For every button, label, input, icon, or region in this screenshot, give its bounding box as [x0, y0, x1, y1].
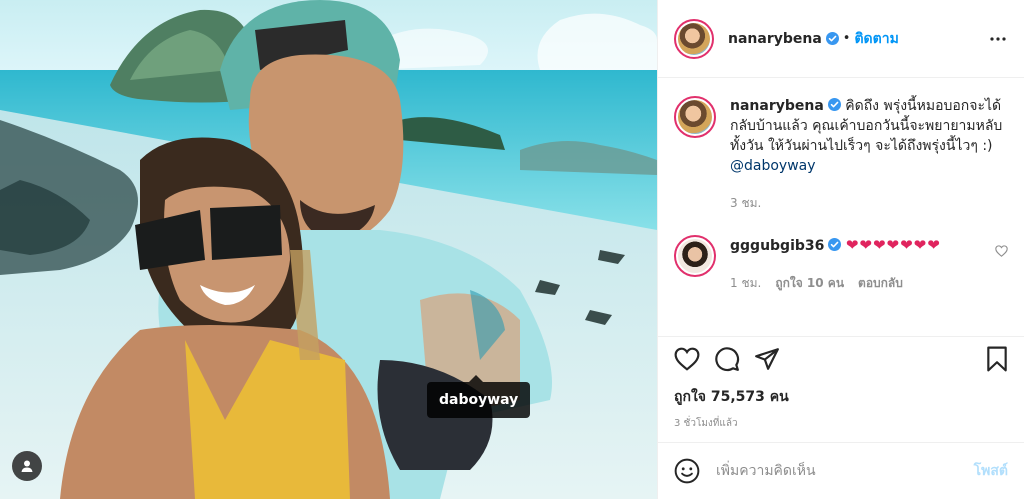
- add-comment-bar: เพิ่มความคิดเห็น โพสต์: [658, 442, 1024, 499]
- commenter-avatar[interactable]: [674, 235, 716, 277]
- comment-row: gggubgib36 ❤❤❤❤❤❤❤ 1 ชม. ถูกใจ 10 คน ตอบ…: [674, 235, 1008, 293]
- posted-time: 3 ชั่วโมงที่แล้ว: [674, 418, 738, 429]
- comments-list: nanarybena คิดถึง พรุ่งนี้หมอบอกจะได้กลั…: [658, 78, 1024, 336]
- verified-badge-icon: [828, 238, 842, 251]
- more-dots-icon: [990, 36, 1006, 41]
- beach-selfie-image: [0, 0, 657, 499]
- caption-meta: 3 ชม.: [730, 194, 1008, 213]
- caption-mention-link[interactable]: @daboyway: [730, 158, 816, 174]
- comment-input[interactable]: เพิ่มความคิดเห็น: [716, 460, 974, 482]
- caption-username[interactable]: nanarybena: [730, 98, 824, 114]
- post-side-panel: nanarybena • ติดตาม nanarybena คิดถึง พร…: [657, 0, 1024, 499]
- comment-likes[interactable]: ถูกใจ 10 คน: [775, 274, 844, 293]
- caption-time: 3 ชม.: [730, 196, 762, 210]
- user-icon: [21, 460, 33, 472]
- reply-button[interactable]: ตอบกลับ: [858, 274, 903, 293]
- verified-badge-icon: [827, 98, 841, 111]
- author-username[interactable]: nanarybena: [728, 31, 822, 47]
- post-photo[interactable]: daboyway: [0, 0, 657, 499]
- user-tag-bubble[interactable]: daboyway: [427, 375, 531, 418]
- share-icon[interactable]: [754, 347, 780, 371]
- emoji-icon[interactable]: [674, 458, 700, 484]
- comment-icon[interactable]: [714, 346, 740, 372]
- verified-badge-icon: [825, 32, 839, 45]
- more-options-button[interactable]: [988, 36, 1008, 41]
- comment-text: gggubgib36 ❤❤❤❤❤❤❤: [730, 235, 987, 256]
- action-bar: [658, 336, 1024, 380]
- comment-hearts: ❤❤❤❤❤❤❤: [845, 236, 941, 254]
- author-avatar[interactable]: [674, 18, 714, 59]
- bookmark-icon[interactable]: [986, 346, 1008, 372]
- heart-icon[interactable]: [674, 347, 700, 371]
- comment-time: 1 ชม.: [730, 276, 762, 290]
- like-comment-heart-icon[interactable]: [995, 245, 1008, 257]
- post-header: nanarybena • ติดตาม: [658, 0, 1024, 78]
- tagged-users-button[interactable]: [12, 451, 42, 481]
- comment-meta: 1 ชม. ถูกใจ 10 คน ตอบกลับ: [730, 274, 987, 293]
- likes-count[interactable]: ถูกใจ 75,573 คน: [658, 380, 1024, 408]
- caption-text: nanarybena คิดถึง พรุ่งนี้หมอบอกจะได้กลั…: [730, 96, 1008, 176]
- follow-button[interactable]: ติดตาม: [854, 28, 898, 50]
- caption-row: nanarybena คิดถึง พรุ่งนี้หมอบอกจะได้กลั…: [674, 96, 1008, 213]
- post-comment-button[interactable]: โพสต์: [974, 460, 1008, 482]
- commenter-username[interactable]: gggubgib36: [730, 238, 824, 254]
- separator-dot: •: [842, 31, 851, 46]
- caption-author-avatar[interactable]: [674, 96, 716, 138]
- instagram-post: daboyway nanarybena • ติดตาม nanarybena …: [0, 0, 1024, 499]
